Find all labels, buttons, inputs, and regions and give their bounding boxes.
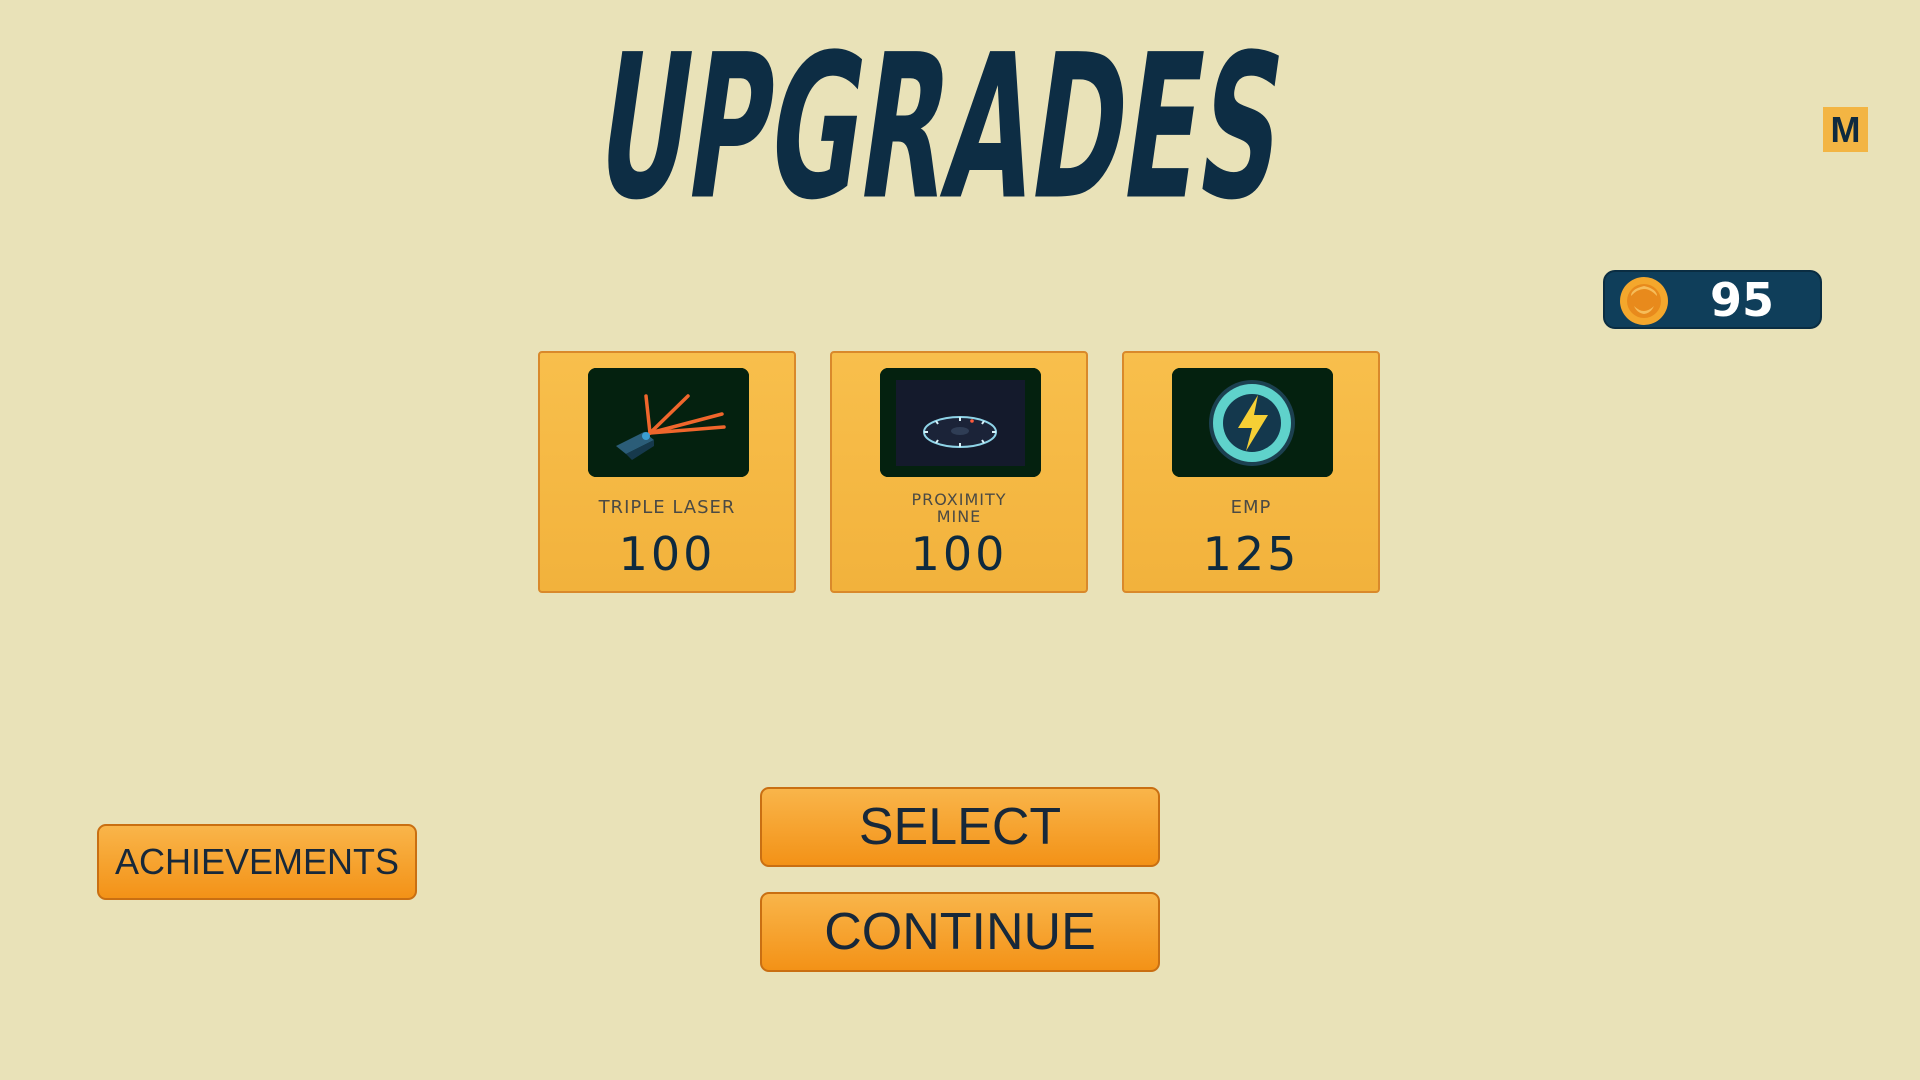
triple-laser-thumbnail (588, 368, 749, 477)
upgrade-card-triple-laser[interactable]: TRIPLE LASER 100 (538, 351, 796, 593)
emp-thumbnail (1172, 368, 1333, 477)
upgrade-price: 100 (910, 527, 1008, 581)
achievements-button[interactable]: ACHIEVEMENTS (97, 824, 417, 900)
coin-count: 95 (1709, 273, 1774, 327)
page-title: UPGRADES (585, 18, 1298, 218)
coin-counter: 95 (1603, 270, 1822, 329)
upgrade-card-emp[interactable]: EMP 125 (1122, 351, 1380, 593)
page-title-text: UPGRADES (585, 18, 1298, 218)
upgrade-card-proximity-mine[interactable]: PROXIMITY MINE 100 (830, 351, 1088, 593)
continue-button[interactable]: CONTINUE (760, 892, 1160, 972)
upgrade-name-line-2: MINE (936, 507, 982, 526)
select-button[interactable]: SELECT (760, 787, 1160, 867)
upgrade-name: TRIPLE LASER (598, 497, 736, 518)
upgrade-name-line-1: PROXIMITY (911, 490, 1007, 509)
coin-icon (1620, 277, 1668, 325)
upgrade-price: 125 (1202, 527, 1300, 581)
mute-button[interactable]: M (1823, 107, 1868, 152)
triple-laser-icon (588, 368, 749, 477)
proximity-mine-icon (880, 368, 1041, 477)
proximity-mine-thumbnail (880, 368, 1041, 477)
upgrade-name: EMP (1230, 497, 1272, 518)
upgrade-price: 100 (618, 527, 716, 581)
emp-icon (1172, 368, 1333, 477)
